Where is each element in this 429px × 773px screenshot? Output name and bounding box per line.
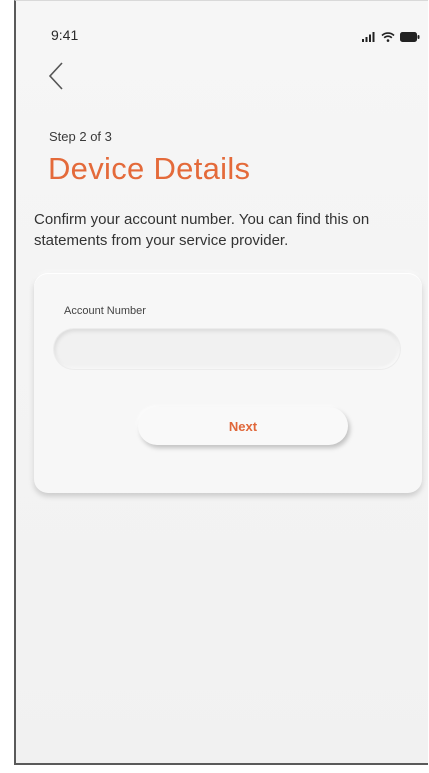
instructions-text: Confirm your account number. You can fin…: [34, 211, 370, 249]
next-button[interactable]: Next: [138, 407, 348, 445]
account-number-label: Account Number: [64, 305, 146, 317]
battery-icon: [400, 29, 420, 47]
back-button[interactable]: [44, 59, 70, 93]
wifi-icon: [381, 29, 395, 47]
step-indicator: Step 2 of 3: [49, 129, 112, 144]
account-card: Account Number Next: [34, 273, 422, 493]
phone-screen: 9:41 Step 2 of 3 Device Details Confirm …: [14, 0, 428, 765]
chevron-left-icon: [48, 62, 63, 90]
signal-icon: [362, 29, 376, 47]
status-time: 9:41: [51, 27, 79, 43]
account-number-input[interactable]: [54, 329, 400, 369]
page-title: Device Details: [48, 151, 251, 186]
status-icons: [362, 29, 420, 47]
